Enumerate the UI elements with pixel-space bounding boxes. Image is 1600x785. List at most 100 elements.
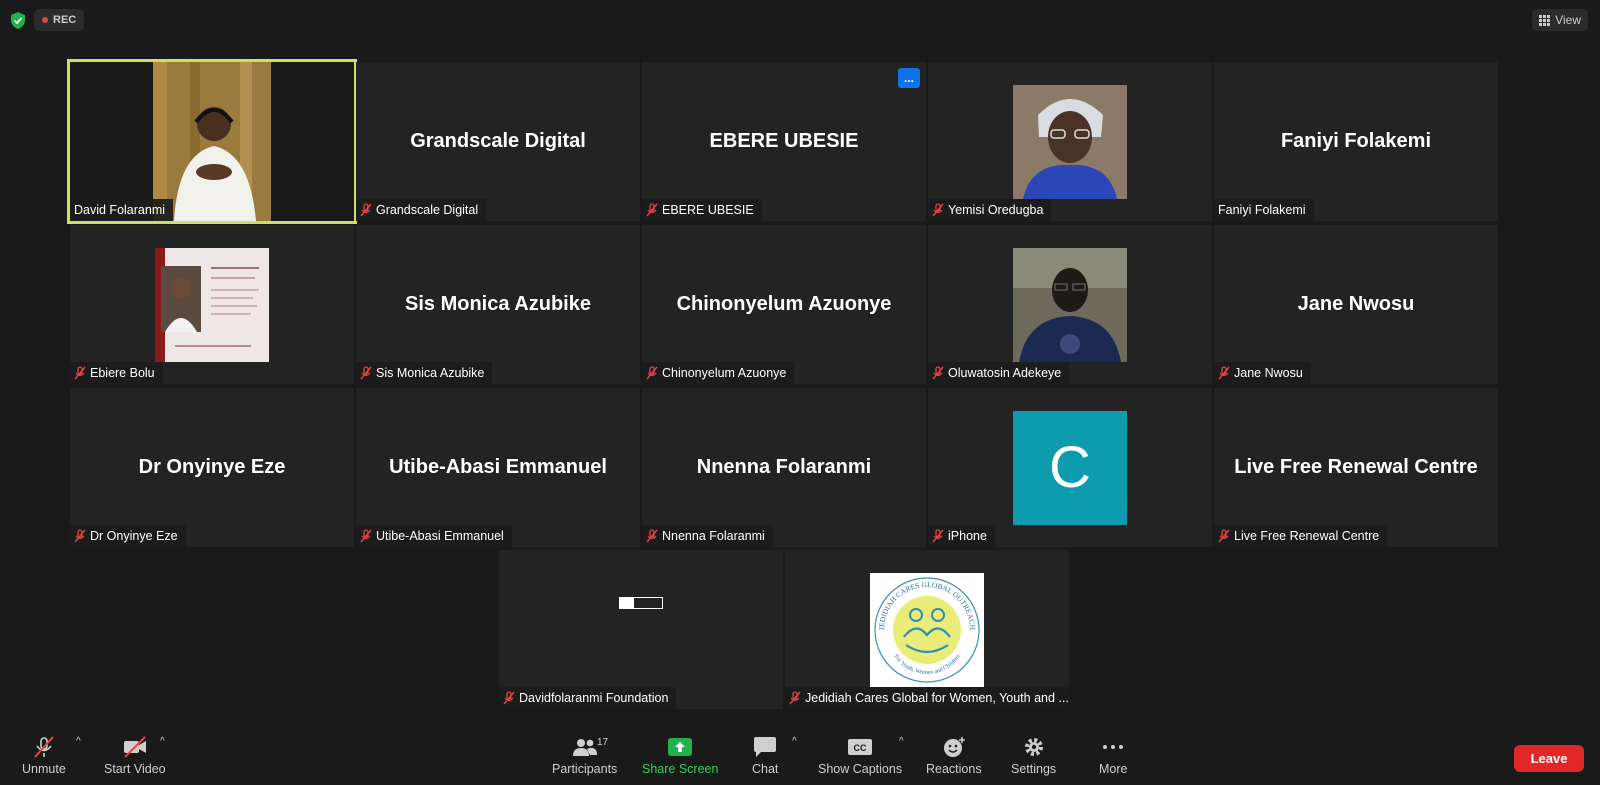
participant-name-label: iPhone <box>928 525 995 547</box>
participant-display-name: Faniyi Folakemi <box>1280 130 1432 152</box>
placeholder-image <box>619 597 663 609</box>
avatar-initial: C <box>1049 435 1091 500</box>
participant-tile-jane-nwosu[interactable]: Jane Nwosu Jane Nwosu <box>1214 225 1498 384</box>
participant-name: Davidfolaranmi Foundation <box>519 691 669 705</box>
participant-name-label: Jedidiah Cares Global for Women, Youth a… <box>785 687 1069 709</box>
more-button[interactable]: More <box>1099 736 1127 776</box>
muted-mic-icon <box>646 366 658 380</box>
participant-name-label: Live Free Renewal Centre <box>1214 525 1388 547</box>
participant-tile-ebere-ubesie[interactable]: EBERE UBESIE ... EBERE UBESIE <box>642 62 926 221</box>
recording-indicator[interactable]: REC <box>34 9 85 31</box>
chat-button[interactable]: Chat <box>752 736 778 776</box>
muted-mic-icon <box>932 529 944 543</box>
profile-flyer-image <box>155 247 269 362</box>
muted-mic-icon <box>646 529 658 543</box>
chat-options-caret-icon[interactable]: ^ <box>792 736 797 747</box>
participant-name: Faniyi Folakemi <box>1218 203 1306 217</box>
participant-tile-yemisi-oredugba[interactable]: Yemisi Oredugba <box>928 62 1212 221</box>
participant-name-label: Nnenna Folaranmi <box>642 525 773 547</box>
muted-mic-icon <box>1218 529 1230 543</box>
recording-dot-icon <box>42 17 48 23</box>
participant-tile-chinonyelum-azuonye[interactable]: Chinonyelum Azuonye Chinonyelum Azuonye <box>642 225 926 384</box>
participant-tile-iphone[interactable]: C iPhone <box>928 388 1212 547</box>
gear-icon <box>1024 738 1043 756</box>
participant-name-label: EBERE UBESIE <box>642 199 762 221</box>
reactions-button[interactable]: Reactions <box>926 736 982 776</box>
participant-tile-david-folaranmi[interactable]: David Folaranmi <box>67 59 357 224</box>
participant-display-name: Utibe-Abasi Emmanuel <box>389 456 607 478</box>
audio-options-caret-icon[interactable]: ^ <box>76 736 81 747</box>
profile-flyer <box>155 247 269 362</box>
settings-button[interactable]: Settings <box>1011 736 1056 776</box>
participant-name: Jane Nwosu <box>1234 366 1303 380</box>
participant-tile-oluwatosin-adekeye[interactable]: Oluwatosin Adekeye <box>928 225 1212 384</box>
participant-name: Nnenna Folaranmi <box>662 529 765 543</box>
view-label: View <box>1555 13 1581 27</box>
participant-display-name: Nnenna Folaranmi <box>696 456 872 478</box>
muted-mic-icon <box>360 203 372 217</box>
muted-mic-icon <box>503 691 515 705</box>
participant-tile-ebiere-bolu[interactable]: Ebiere Bolu <box>70 225 354 384</box>
profile-photo <box>1013 84 1127 199</box>
participant-tile-live-free-renewal-centre[interactable]: Live Free Renewal Centre Live Free Renew… <box>1214 388 1498 547</box>
participant-name: Jedidiah Cares Global for Women, Youth a… <box>805 691 1069 705</box>
muted-mic-icon <box>74 366 86 380</box>
leave-button[interactable]: Leave <box>1514 745 1584 772</box>
muted-mic-icon <box>74 529 86 543</box>
participant-name: Grandscale Digital <box>376 203 479 217</box>
participant-name-label: Grandscale Digital <box>356 199 487 221</box>
video-frame-image <box>153 62 271 221</box>
share-screen-label: Share Screen <box>642 762 719 776</box>
unmute-button[interactable]: Unmute <box>22 736 66 776</box>
participant-name-label: David Folaranmi <box>70 199 174 221</box>
participant-name-label: Chinonyelum Azuonye <box>642 362 795 384</box>
participant-name: David Folaranmi <box>74 203 166 217</box>
initial-avatar: C <box>1013 410 1127 525</box>
participant-tile-nnenna-folaranmi[interactable]: Nnenna Folaranmi Nnenna Folaranmi <box>642 388 926 547</box>
meeting-toolbar: Unmute ^ Start Video ^ Participants 17 S… <box>0 730 1600 785</box>
participant-tile-davidfolaranmi-foundation[interactable]: Davidfolaranmi Foundation <box>499 550 783 709</box>
participant-display-name: EBERE UBESIE <box>709 130 859 152</box>
participant-display-name: Dr Onyinye Eze <box>138 456 286 478</box>
participant-name-label: Jane Nwosu <box>1214 362 1311 384</box>
muted-mic-icon <box>789 691 801 705</box>
participant-count-badge: 17 <box>597 737 609 748</box>
participant-name: Sis Monica Azubike <box>376 366 485 380</box>
participant-name-label: Ebiere Bolu <box>70 362 163 384</box>
participant-name: Chinonyelum Azuonye <box>662 366 787 380</box>
participant-name: iPhone <box>948 529 987 543</box>
participant-display-name: Jane Nwosu <box>1297 293 1415 315</box>
view-button[interactable]: View <box>1532 9 1588 31</box>
more-label: More <box>1099 762 1128 776</box>
participant-name: Dr Onyinye Eze <box>90 529 178 543</box>
share-screen-button[interactable]: Share Screen <box>642 736 718 776</box>
participant-name-label: Dr Onyinye Eze <box>70 525 186 547</box>
settings-label: Settings <box>1011 762 1057 776</box>
profile-photo-image <box>1013 247 1127 362</box>
encryption-shield-icon[interactable] <box>9 11 27 30</box>
participant-tile-jedidiah-cares-global[interactable]: JEDIDIAH CARES GLOBAL OUTREACH For Youth… <box>785 550 1069 709</box>
participant-name: Utibe-Abasi Emmanuel <box>376 529 504 543</box>
muted-microphone-icon <box>34 736 54 758</box>
organization-logo: JEDIDIAH CARES GLOBAL OUTREACH For Youth… <box>870 572 984 687</box>
tile-more-options-button[interactable]: ... <box>898 68 920 88</box>
participant-tile-dr-onyinye-eze[interactable]: Dr Onyinye Eze Dr Onyinye Eze <box>70 388 354 547</box>
participant-tile-faniyi-folakemi[interactable]: Faniyi Folakemi Faniyi Folakemi <box>1214 62 1498 221</box>
muted-mic-icon <box>646 203 658 217</box>
captions-options-caret-icon[interactable]: ^ <box>899 736 904 747</box>
profile-photo-image <box>1013 84 1127 199</box>
participant-tile-utibe-abasi-emmanuel[interactable]: Utibe-Abasi Emmanuel Utibe-Abasi Emmanue… <box>356 388 640 547</box>
profile-photo <box>1013 247 1127 362</box>
participant-name-label: Yemisi Oredugba <box>928 199 1052 221</box>
unmute-label: Unmute <box>22 762 66 776</box>
video-options-caret-icon[interactable]: ^ <box>160 736 165 747</box>
participant-name: EBERE UBESIE <box>662 203 754 217</box>
participant-tile-sis-monica-azubike[interactable]: Sis Monica Azubike Sis Monica Azubike <box>356 225 640 384</box>
show-captions-button[interactable]: CC Show Captions <box>818 736 902 776</box>
participant-name-label: Davidfolaranmi Foundation <box>499 687 677 709</box>
participant-name: Yemisi Oredugba <box>948 203 1044 217</box>
participant-tile-grandscale-digital[interactable]: Grandscale Digital Grandscale Digital <box>356 62 640 221</box>
participants-label: Participants <box>552 762 618 776</box>
chat-label: Chat <box>752 762 779 776</box>
start-video-button[interactable]: Start Video <box>104 736 166 776</box>
